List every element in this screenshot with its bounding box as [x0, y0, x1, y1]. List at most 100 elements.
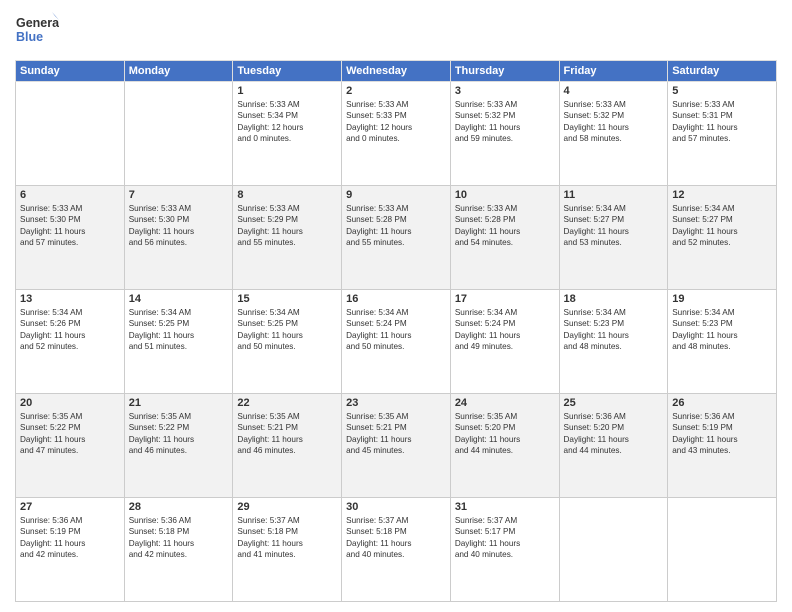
day-cell: 30 Sunrise: 5:37 AM Sunset: 5:18 PM Dayli… — [342, 498, 451, 602]
day-cell: 31 Sunrise: 5:37 AM Sunset: 5:17 PM Dayli… — [450, 498, 559, 602]
day-info: Sunrise: 5:37 AM Sunset: 5:17 PM Dayligh… — [455, 515, 555, 561]
day-info: Sunrise: 5:35 AM Sunset: 5:20 PM Dayligh… — [455, 411, 555, 457]
day-cell — [559, 498, 668, 602]
day-number: 31 — [455, 501, 555, 513]
week-row-3: 13 Sunrise: 5:34 AM Sunset: 5:26 PM Dayli… — [16, 290, 777, 394]
day-info: Sunrise: 5:33 AM Sunset: 5:28 PM Dayligh… — [455, 203, 555, 249]
day-cell: 26 Sunrise: 5:36 AM Sunset: 5:19 PM Dayli… — [668, 394, 777, 498]
day-cell: 14Sunrise: 5:34 AM Sunset: 5:25 PM Dayli… — [124, 290, 233, 394]
day-cell: 21 Sunrise: 5:35 AM Sunset: 5:22 PM Dayli… — [124, 394, 233, 498]
day-info: Sunrise: 5:33 AM Sunset: 5:30 PM Dayligh… — [129, 203, 229, 249]
day-cell: 1 Sunrise: 5:33 AM Sunset: 5:34 PM Daylig… — [233, 82, 342, 186]
svg-text:Blue: Blue — [16, 30, 43, 44]
day-cell — [668, 498, 777, 602]
day-cell: 9Sunrise: 5:33 AM Sunset: 5:28 PM Daylig… — [342, 186, 451, 290]
day-info: Sunrise: 5:35 AM Sunset: 5:22 PM Dayligh… — [129, 411, 229, 457]
day-cell: 10 Sunrise: 5:33 AM Sunset: 5:28 PM Dayli… — [450, 186, 559, 290]
day-number: 13 — [20, 293, 120, 305]
day-number: 20 — [20, 397, 120, 409]
day-info: Sunrise: 5:36 AM Sunset: 5:18 PM Dayligh… — [129, 515, 229, 561]
day-number: 21 — [129, 397, 229, 409]
day-number: 24 — [455, 397, 555, 409]
day-cell: 17 Sunrise: 5:34 AM Sunset: 5:24 PM Dayli… — [450, 290, 559, 394]
day-cell: 18Sunrise: 5:34 AM Sunset: 5:23 PM Dayli… — [559, 290, 668, 394]
day-cell: 16Sunrise: 5:34 AM Sunset: 5:24 PM Dayli… — [342, 290, 451, 394]
day-info: Sunrise: 5:37 AM Sunset: 5:18 PM Dayligh… — [346, 515, 446, 561]
day-info: Sunrise: 5:33 AM Sunset: 5:30 PM Dayligh… — [20, 203, 120, 249]
day-info: Sunrise: 5:37 AM Sunset: 5:18 PM Dayligh… — [237, 515, 337, 561]
week-row-1: 1 Sunrise: 5:33 AM Sunset: 5:34 PM Daylig… — [16, 82, 777, 186]
day-cell: 19 Sunrise: 5:34 AM Sunset: 5:23 PM Dayli… — [668, 290, 777, 394]
day-number: 16 — [346, 293, 446, 305]
weekday-header-tuesday: Tuesday — [233, 61, 342, 82]
day-number: 23 — [346, 397, 446, 409]
logo-svg: General Blue — [15, 10, 59, 54]
day-number: 28 — [129, 501, 229, 513]
weekday-header-monday: Monday — [124, 61, 233, 82]
day-cell: 8 Sunrise: 5:33 AM Sunset: 5:29 PM Daylig… — [233, 186, 342, 290]
day-cell: 13 Sunrise: 5:34 AM Sunset: 5:26 PM Dayli… — [16, 290, 125, 394]
day-number: 19 — [672, 293, 772, 305]
svg-text:General: General — [16, 16, 59, 30]
day-number: 17 — [455, 293, 555, 305]
day-info: Sunrise: 5:34 AM Sunset: 5:24 PM Dayligh… — [455, 307, 555, 353]
day-info: Sunrise: 5:33 AM Sunset: 5:31 PM Dayligh… — [672, 99, 772, 145]
weekday-header-wednesday: Wednesday — [342, 61, 451, 82]
weekday-header-sunday: Sunday — [16, 61, 125, 82]
day-number: 8 — [237, 189, 337, 201]
day-number: 10 — [455, 189, 555, 201]
day-info: Sunrise: 5:36 AM Sunset: 5:19 PM Dayligh… — [672, 411, 772, 457]
day-info: Sunrise: 5:35 AM Sunset: 5:22 PM Dayligh… — [20, 411, 120, 457]
page: General Blue SundayMondayTuesdayWednesda… — [0, 0, 792, 612]
day-number: 1 — [237, 85, 337, 97]
day-info: Sunrise: 5:33 AM Sunset: 5:29 PM Dayligh… — [237, 203, 337, 249]
day-info: Sunrise: 5:34 AM Sunset: 5:23 PM Dayligh… — [564, 307, 664, 353]
calendar-table: SundayMondayTuesdayWednesdayThursdayFrid… — [15, 60, 777, 602]
day-number: 4 — [564, 85, 664, 97]
day-cell: 4 Sunrise: 5:33 AM Sunset: 5:32 PM Daylig… — [559, 82, 668, 186]
day-number: 25 — [564, 397, 664, 409]
day-info: Sunrise: 5:33 AM Sunset: 5:32 PM Dayligh… — [564, 99, 664, 145]
day-info: Sunrise: 5:34 AM Sunset: 5:27 PM Dayligh… — [564, 203, 664, 249]
day-cell: 15Sunrise: 5:34 AM Sunset: 5:25 PM Dayli… — [233, 290, 342, 394]
day-cell — [124, 82, 233, 186]
weekday-header-saturday: Saturday — [668, 61, 777, 82]
day-info: Sunrise: 5:34 AM Sunset: 5:25 PM Dayligh… — [237, 307, 337, 353]
day-info: Sunrise: 5:34 AM Sunset: 5:26 PM Dayligh… — [20, 307, 120, 353]
day-info: Sunrise: 5:36 AM Sunset: 5:19 PM Dayligh… — [20, 515, 120, 561]
day-cell: 7 Sunrise: 5:33 AM Sunset: 5:30 PM Daylig… — [124, 186, 233, 290]
day-number: 6 — [20, 189, 120, 201]
day-info: Sunrise: 5:34 AM Sunset: 5:23 PM Dayligh… — [672, 307, 772, 353]
day-cell: 24 Sunrise: 5:35 AM Sunset: 5:20 PM Dayli… — [450, 394, 559, 498]
day-info: Sunrise: 5:33 AM Sunset: 5:32 PM Dayligh… — [455, 99, 555, 145]
day-info: Sunrise: 5:33 AM Sunset: 5:28 PM Dayligh… — [346, 203, 446, 249]
weekday-header-row: SundayMondayTuesdayWednesdayThursdayFrid… — [16, 61, 777, 82]
day-cell: 11 Sunrise: 5:34 AM Sunset: 5:27 PM Dayli… — [559, 186, 668, 290]
day-cell: 6 Sunrise: 5:33 AM Sunset: 5:30 PM Daylig… — [16, 186, 125, 290]
day-number: 22 — [237, 397, 337, 409]
day-cell: 28 Sunrise: 5:36 AM Sunset: 5:18 PM Dayli… — [124, 498, 233, 602]
day-cell: 3Sunrise: 5:33 AM Sunset: 5:32 PM Daylig… — [450, 82, 559, 186]
week-row-5: 27 Sunrise: 5:36 AM Sunset: 5:19 PM Dayli… — [16, 498, 777, 602]
day-cell: 23Sunrise: 5:35 AM Sunset: 5:21 PM Dayli… — [342, 394, 451, 498]
header: General Blue — [15, 10, 777, 54]
day-info: Sunrise: 5:34 AM Sunset: 5:25 PM Dayligh… — [129, 307, 229, 353]
day-number: 5 — [672, 85, 772, 97]
day-cell: 5 Sunrise: 5:33 AM Sunset: 5:31 PM Daylig… — [668, 82, 777, 186]
day-info: Sunrise: 5:33 AM Sunset: 5:33 PM Dayligh… — [346, 99, 446, 145]
day-number: 27 — [20, 501, 120, 513]
day-number: 30 — [346, 501, 446, 513]
day-cell: 2 Sunrise: 5:33 AM Sunset: 5:33 PM Daylig… — [342, 82, 451, 186]
week-row-2: 6 Sunrise: 5:33 AM Sunset: 5:30 PM Daylig… — [16, 186, 777, 290]
day-info: Sunrise: 5:33 AM Sunset: 5:34 PM Dayligh… — [237, 99, 337, 145]
weekday-header-friday: Friday — [559, 61, 668, 82]
day-number: 7 — [129, 189, 229, 201]
day-number: 26 — [672, 397, 772, 409]
day-info: Sunrise: 5:35 AM Sunset: 5:21 PM Dayligh… — [237, 411, 337, 457]
day-cell: 20 Sunrise: 5:35 AM Sunset: 5:22 PM Dayli… — [16, 394, 125, 498]
day-number: 2 — [346, 85, 446, 97]
day-number: 11 — [564, 189, 664, 201]
day-info: Sunrise: 5:34 AM Sunset: 5:27 PM Dayligh… — [672, 203, 772, 249]
day-cell — [16, 82, 125, 186]
day-cell: 29Sunrise: 5:37 AM Sunset: 5:18 PM Dayli… — [233, 498, 342, 602]
